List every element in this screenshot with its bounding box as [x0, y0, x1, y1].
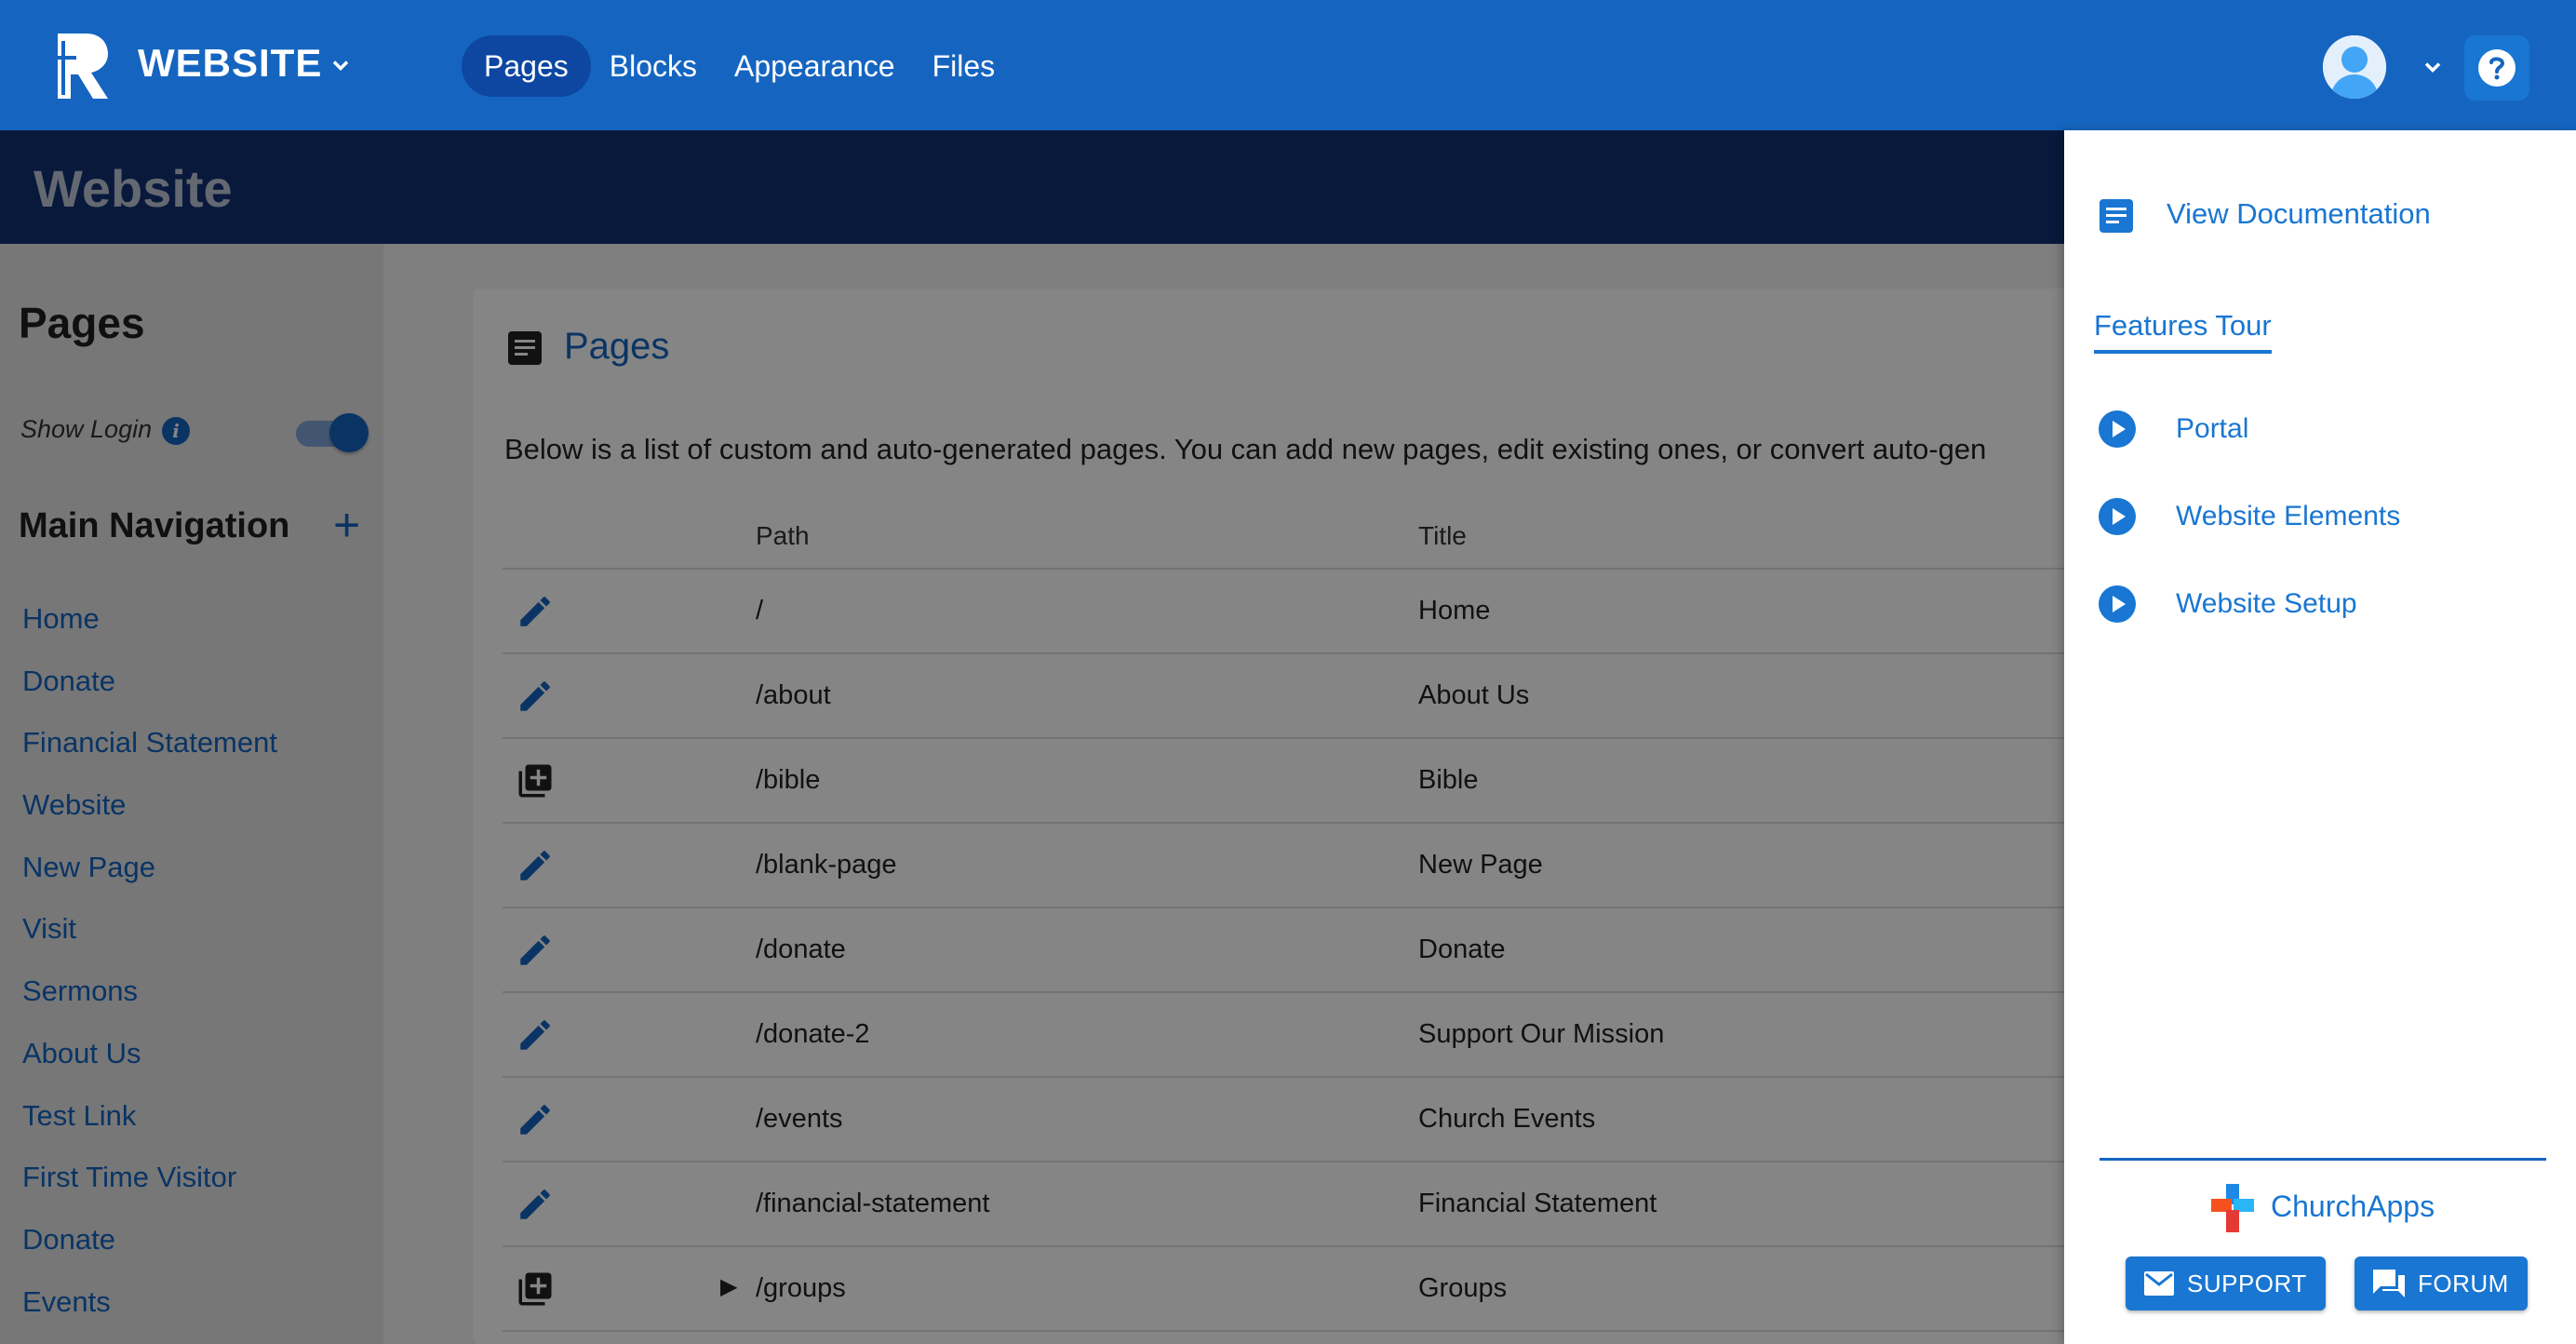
forum-icon	[2373, 1270, 2405, 1297]
drawer-backdrop[interactable]	[0, 130, 2064, 1344]
help-button[interactable]	[2464, 35, 2529, 101]
churchapps-brand: ChurchApps	[2271, 1189, 2435, 1223]
tour-label: Portal	[2176, 413, 2249, 444]
site-switcher-label[interactable]: WEBSITE	[138, 41, 322, 86]
tab-blocks[interactable]: Blocks	[591, 35, 716, 97]
support-label: SUPPORT	[2187, 1269, 2307, 1297]
person-icon	[2323, 35, 2386, 99]
forum-button[interactable]: FORUM	[2355, 1257, 2528, 1310]
play-circle-icon	[2099, 410, 2136, 448]
mail-icon	[2144, 1271, 2174, 1296]
churchapps-logo-icon	[2211, 1184, 2254, 1232]
features-tour-heading: Features Tour	[2094, 309, 2272, 354]
support-button[interactable]: SUPPORT	[2126, 1257, 2326, 1310]
user-menu-chevron-icon[interactable]	[2420, 54, 2446, 80]
help-icon	[2478, 49, 2516, 87]
tour-label: Website Setup	[2176, 588, 2357, 619]
play-circle-icon	[2099, 498, 2136, 535]
logo-icon[interactable]	[45, 30, 112, 102]
tour-label: Website Elements	[2176, 501, 2401, 531]
user-avatar[interactable]	[2323, 35, 2386, 99]
divider	[2100, 1158, 2546, 1161]
primary-nav: Pages Blocks Appearance Files	[462, 35, 1013, 97]
tab-pages[interactable]: Pages	[462, 35, 591, 97]
top-app-bar: WEBSITE Pages Blocks Appearance Files	[0, 0, 2576, 130]
forum-label: FORUM	[2418, 1269, 2509, 1297]
chevron-down-icon[interactable]	[328, 52, 354, 78]
tab-files[interactable]: Files	[914, 35, 1014, 97]
help-drawer: View Documentation Features Tour Portal …	[2064, 130, 2576, 1344]
document-icon	[2100, 199, 2133, 233]
view-documentation-link[interactable]: View Documentation	[2167, 197, 2431, 231]
play-circle-icon	[2099, 585, 2136, 623]
tab-appearance[interactable]: Appearance	[716, 35, 914, 97]
